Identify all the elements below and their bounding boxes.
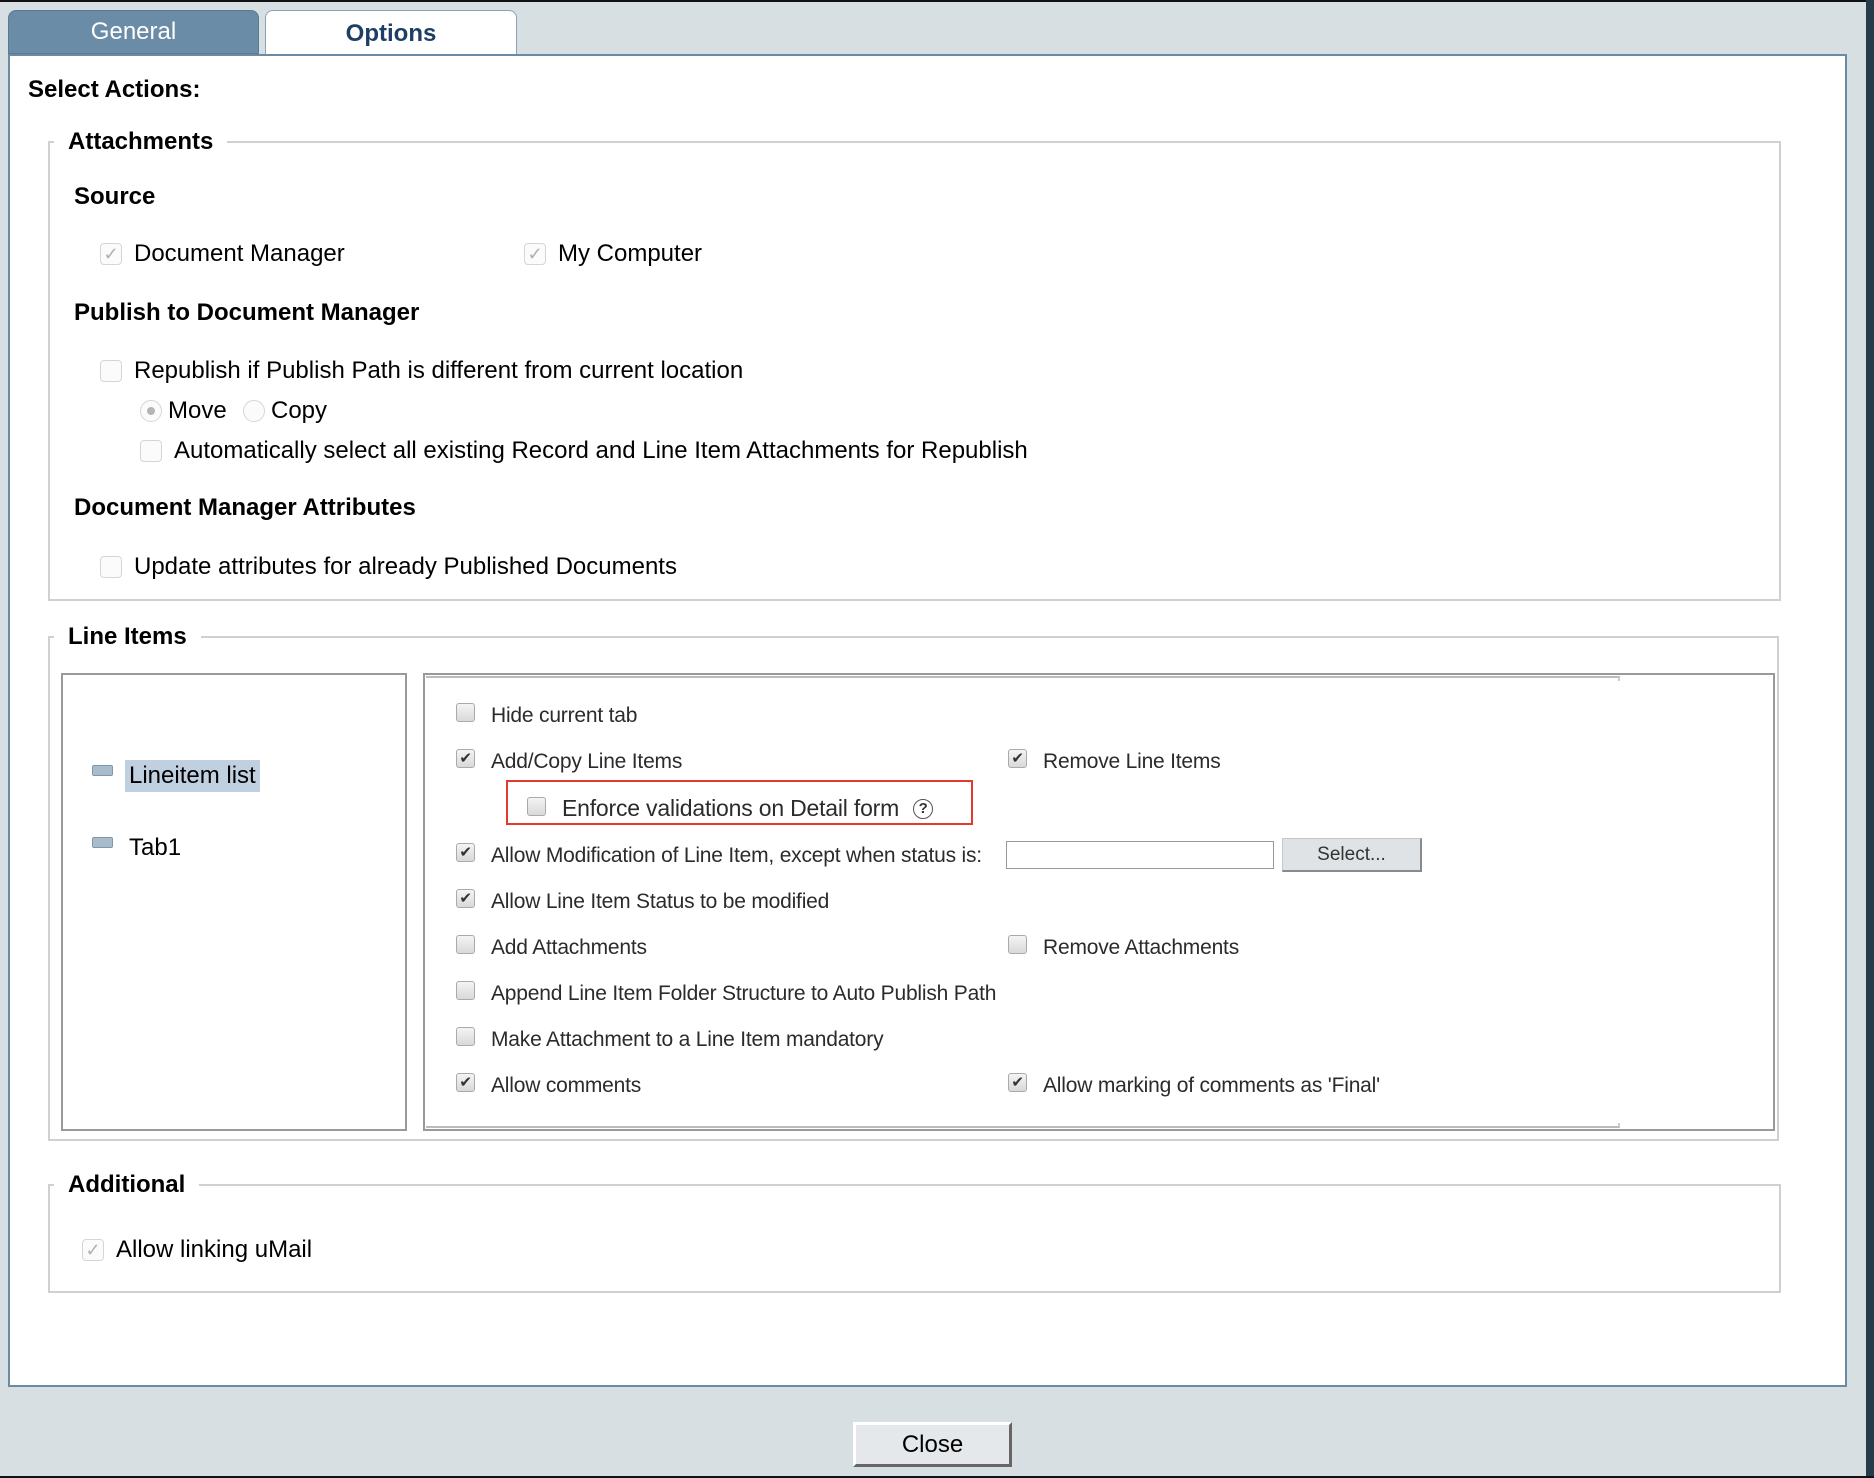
tree-item-tab1[interactable]: Tab1 bbox=[92, 832, 185, 864]
move-radio[interactable] bbox=[140, 400, 162, 422]
window-right-edge bbox=[1866, 0, 1874, 1478]
add-copy-label: Add/Copy Line Items bbox=[491, 750, 683, 773]
mandatory-attachment-label: Make Attachment to a Line Item mandatory bbox=[491, 1028, 884, 1051]
allow-umail-label: Allow linking uMail bbox=[116, 1236, 313, 1263]
enforce-validations-option[interactable]: Enforce validations on Detail form ? bbox=[527, 795, 934, 822]
remove-attachments-option[interactable]: Remove Attachments bbox=[1008, 934, 1239, 960]
status-exception-input[interactable] bbox=[1006, 841, 1274, 869]
enforce-validations-label: Enforce validations on Detail form bbox=[562, 795, 900, 821]
line-item-tab-tree bbox=[61, 673, 407, 1131]
allow-modification-label: Allow Modification of Line Item, except … bbox=[491, 844, 982, 867]
allow-umail-option[interactable]: ✓ Allow linking uMail bbox=[82, 1236, 312, 1264]
options-inner-frame-bottom bbox=[426, 1123, 1620, 1128]
close-button[interactable]: Close bbox=[853, 1422, 1012, 1467]
tab-options[interactable]: Options bbox=[265, 10, 517, 56]
allow-umail-checkbox[interactable]: ✓ bbox=[82, 1239, 104, 1261]
tree-item-label: Tab1 bbox=[129, 834, 182, 861]
select-status-button[interactable]: Select... bbox=[1282, 838, 1422, 872]
add-copy-checkbox[interactable]: ✔ bbox=[456, 748, 475, 768]
update-attributes-checkbox[interactable] bbox=[100, 556, 122, 578]
hide-current-tab-option[interactable]: Hide current tab bbox=[456, 702, 638, 728]
mandatory-attachment-option[interactable]: Make Attachment to a Line Item mandatory bbox=[456, 1026, 884, 1052]
additional-fieldset: Additional bbox=[48, 1171, 1781, 1293]
document-manager-checkbox[interactable]: ✓ bbox=[100, 243, 122, 265]
allow-comments-option[interactable]: ✔ Allow comments bbox=[456, 1072, 642, 1098]
allow-status-modified-option[interactable]: ✔ Allow Line Item Status to be modified bbox=[456, 888, 830, 914]
hide-current-tab-label: Hide current tab bbox=[491, 704, 638, 727]
move-label: Move bbox=[168, 397, 227, 424]
options-inner-frame-top bbox=[426, 676, 1620, 681]
tab-icon bbox=[92, 836, 113, 848]
allow-status-modified-checkbox[interactable]: ✔ bbox=[456, 888, 475, 908]
allow-final-checkbox[interactable]: ✔ bbox=[1008, 1072, 1027, 1092]
republish-checkbox[interactable] bbox=[100, 360, 122, 382]
attachments-legend: Attachments bbox=[68, 128, 214, 155]
republish-option[interactable]: Republish if Publish Path is different f… bbox=[100, 357, 743, 385]
allow-final-option[interactable]: ✔ Allow marking of comments as 'Final' bbox=[1008, 1072, 1380, 1098]
remove-attachments-label: Remove Attachments bbox=[1043, 936, 1239, 959]
publish-heading: Publish to Document Manager bbox=[74, 299, 420, 326]
copy-option[interactable]: Copy bbox=[243, 397, 327, 425]
allow-comments-checkbox[interactable]: ✔ bbox=[456, 1072, 475, 1092]
update-attributes-option[interactable]: Update attributes for already Published … bbox=[100, 553, 677, 581]
remove-line-items-option[interactable]: ✔ Remove Line Items bbox=[1008, 748, 1221, 774]
append-folder-label: Append Line Item Folder Structure to Aut… bbox=[491, 982, 997, 1005]
my-computer-checkbox[interactable]: ✓ bbox=[524, 243, 546, 265]
tab-general[interactable]: General bbox=[8, 10, 259, 54]
additional-legend: Additional bbox=[68, 1171, 186, 1198]
copy-radio[interactable] bbox=[243, 400, 265, 422]
auto-select-option[interactable]: Automatically select all existing Record… bbox=[140, 437, 1028, 465]
select-actions-heading: Select Actions: bbox=[28, 76, 201, 103]
update-attributes-label: Update attributes for already Published … bbox=[134, 553, 677, 580]
allow-modification-checkbox[interactable]: ✔ bbox=[456, 842, 475, 862]
add-attachments-checkbox[interactable] bbox=[456, 934, 475, 954]
allow-modification-option[interactable]: ✔ Allow Modification of Line Item, excep… bbox=[456, 842, 982, 868]
remove-line-items-label: Remove Line Items bbox=[1043, 750, 1221, 773]
mandatory-attachment-checkbox[interactable] bbox=[456, 1026, 475, 1046]
enforce-validations-checkbox[interactable] bbox=[527, 797, 546, 816]
remove-line-items-checkbox[interactable]: ✔ bbox=[1008, 748, 1027, 768]
move-option[interactable]: Move bbox=[140, 397, 227, 425]
tree-item-label: Lineitem list bbox=[125, 760, 260, 792]
document-manager-option[interactable]: ✓ Document Manager bbox=[100, 240, 345, 268]
source-heading: Source bbox=[74, 183, 156, 210]
tab-icon bbox=[92, 764, 113, 776]
my-computer-option[interactable]: ✓ My Computer bbox=[524, 240, 702, 268]
republish-label: Republish if Publish Path is different f… bbox=[134, 357, 744, 384]
append-folder-option[interactable]: Append Line Item Folder Structure to Aut… bbox=[456, 980, 997, 1006]
my-computer-label: My Computer bbox=[558, 240, 703, 267]
help-icon[interactable]: ? bbox=[913, 798, 934, 819]
window-top-edge bbox=[0, 0, 1874, 2]
add-attachments-label: Add Attachments bbox=[491, 936, 647, 959]
auto-select-label: Automatically select all existing Record… bbox=[174, 437, 1028, 464]
allow-status-modified-label: Allow Line Item Status to be modified bbox=[491, 890, 830, 913]
dm-attributes-heading: Document Manager Attributes bbox=[74, 494, 416, 521]
allow-comments-label: Allow comments bbox=[491, 1074, 642, 1097]
tree-item-lineitem-list[interactable]: Lineitem list bbox=[92, 760, 260, 792]
add-copy-option[interactable]: ✔ Add/Copy Line Items bbox=[456, 748, 683, 774]
copy-label: Copy bbox=[271, 397, 328, 424]
allow-final-label: Allow marking of comments as 'Final' bbox=[1043, 1074, 1380, 1097]
hide-current-tab-checkbox[interactable] bbox=[456, 702, 475, 722]
append-folder-checkbox[interactable] bbox=[456, 980, 475, 1000]
document-manager-label: Document Manager bbox=[134, 240, 345, 267]
add-attachments-option[interactable]: Add Attachments bbox=[456, 934, 647, 960]
remove-attachments-checkbox[interactable] bbox=[1008, 934, 1027, 954]
auto-select-checkbox[interactable] bbox=[140, 440, 162, 462]
line-items-legend: Line Items bbox=[68, 623, 187, 650]
